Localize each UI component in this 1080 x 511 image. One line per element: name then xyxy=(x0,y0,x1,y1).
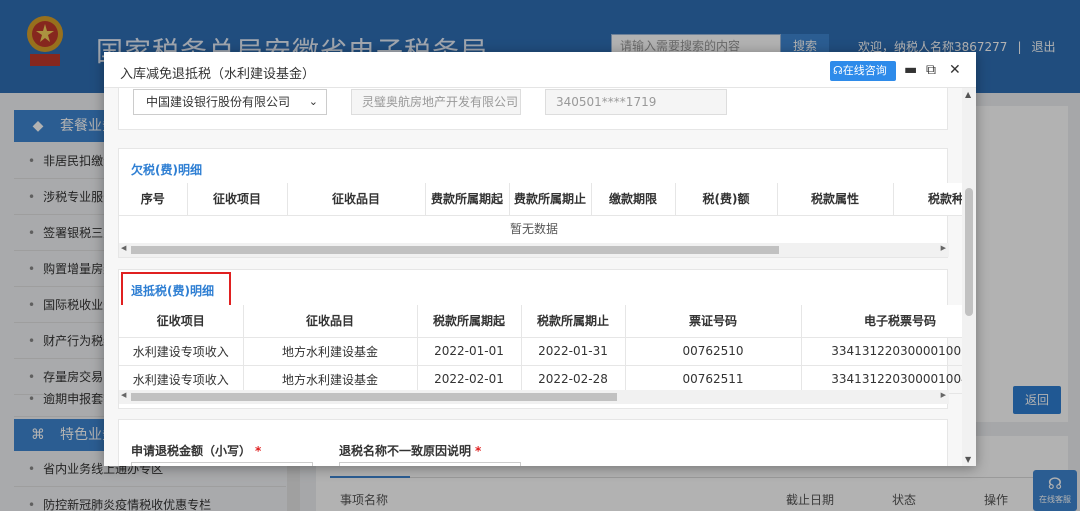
column-header: 税款所属期起 xyxy=(417,305,522,338)
table-cell: 水利建设专项收入 xyxy=(119,337,244,366)
column-header: 缴款期限 xyxy=(591,183,676,216)
column-header: 征收项目 xyxy=(119,305,244,338)
refund-hscrollbar[interactable]: ◀ ▶ xyxy=(119,390,949,404)
scroll-right-icon[interactable]: ▶ xyxy=(941,391,946,399)
table-cell: 2022-02-28 xyxy=(521,365,626,394)
table-cell: 00762510 xyxy=(625,337,802,366)
refund-header-row: 征收项目 征收品目 税款所属期起 税款所属期止 票证号码 电子税票号码 xyxy=(119,305,962,338)
arrears-table: 序号 征收项目 征收品目 费款所属期起 费款所属期止 缴款期限 税(费)额 税款… xyxy=(119,183,962,216)
refund-modal: 入库减免退抵税（水利建设基金） ☊在线咨询 ▬ ⧉ ✕ 中国建设银行股份有限公司… xyxy=(104,52,976,466)
column-header: 税(费)额 xyxy=(675,183,778,216)
table-cell: 2022-02-01 xyxy=(417,365,522,394)
table-cell: 地方水利建设基金 xyxy=(243,337,418,366)
arrears-title: 欠税(费)明细 xyxy=(131,163,202,177)
taxpayer-id-field: 340501****1719 xyxy=(545,89,727,115)
column-header: 电子税票号码 xyxy=(801,305,962,338)
table-cell: 2022-01-01 xyxy=(417,337,522,366)
modal-body: 中国建设银行股份有限公司 ⌄ 灵璧奥航房地产开发有限公司 340501****1… xyxy=(104,88,962,466)
column-header: 征收品目 xyxy=(243,305,418,338)
online-consult-button[interactable]: ☊在线咨询 xyxy=(830,61,896,81)
refund-detail-card: 退抵税(费)明细 征收项目 征收品目 税款所属期起 税款所属期止 票证号码 电子… xyxy=(118,269,962,409)
table-row[interactable]: 水利建设专项收入 地方水利建设基金 2022-02-01 2022-02-28 … xyxy=(119,365,962,394)
scrollbar-thumb[interactable] xyxy=(131,393,617,401)
bank-select-value: 中国建设银行股份有限公司 xyxy=(146,95,291,109)
column-header: 序号 xyxy=(119,183,188,216)
scroll-right-icon[interactable]: ▶ xyxy=(941,244,946,252)
refund-table: 征收项目 征收品目 税款所属期起 税款所属期止 票证号码 电子税票号码 水利建设… xyxy=(119,305,962,394)
scroll-left-icon[interactable]: ◀ xyxy=(121,244,126,252)
scrollbar-thumb[interactable] xyxy=(965,188,973,316)
arrears-card: 欠税(费)明细 序号 征收项目 征收品目 费款所属期起 费款所属期止 缴款期限 … xyxy=(118,148,962,258)
bank-select[interactable]: 中国建设银行股份有限公司 ⌄ xyxy=(133,89,327,115)
table-cell: 地方水利建设基金 xyxy=(243,365,418,394)
modal-vscrollbar[interactable]: ▲ ▼ xyxy=(962,88,976,466)
reason-input[interactable] xyxy=(339,462,521,466)
required-mark: * xyxy=(255,444,262,458)
table-cell: 334131220300001003 xyxy=(801,337,962,366)
refund-apply-card: 申请退税金额（小写） * 退税名称不一致原因说明 * xyxy=(118,419,948,466)
table-cell: 2022-01-31 xyxy=(521,337,626,366)
column-header: 费款所属期止 xyxy=(509,183,592,216)
arrears-header-row: 序号 征收项目 征收品目 费款所属期起 费款所属期止 缴款期限 税(费)额 税款… xyxy=(119,183,962,216)
reason-label-text: 退税名称不一致原因说明 xyxy=(339,444,472,458)
refund-amount-input[interactable] xyxy=(131,462,313,466)
headset-icon: ☊ xyxy=(833,64,843,77)
taxpayer-info-card: 中国建设银行股份有限公司 ⌄ 灵璧奥航房地产开发有限公司 340501****1… xyxy=(118,88,948,130)
column-header: 票证号码 xyxy=(625,305,802,338)
column-header: 费款所属期起 xyxy=(425,183,510,216)
arrears-hscrollbar[interactable]: ◀ ▶ xyxy=(119,243,949,257)
modal-title: 入库减免退抵税（水利建设基金） xyxy=(120,67,316,82)
table-cell: 334131220300001004 xyxy=(801,365,962,394)
refund-amount-label-text: 申请退税金额（小写） xyxy=(131,444,252,458)
table-cell: 水利建设专项收入 xyxy=(119,365,244,394)
maximize-icon[interactable]: ⧉ xyxy=(926,60,936,80)
scrollbar-thumb[interactable] xyxy=(131,246,779,254)
column-header: 税款种 xyxy=(893,183,962,216)
column-header: 税款所属期止 xyxy=(521,305,626,338)
close-icon[interactable]: ✕ xyxy=(949,60,961,80)
minimize-icon[interactable]: ▬ xyxy=(904,60,917,80)
column-header: 征收项目 xyxy=(187,183,288,216)
column-header: 征收品目 xyxy=(287,183,426,216)
scroll-down-icon[interactable]: ▼ xyxy=(965,455,971,464)
online-consult-label: 在线咨询 xyxy=(842,64,887,77)
scroll-left-icon[interactable]: ◀ xyxy=(121,391,126,399)
reason-label: 退税名称不一致原因说明 * xyxy=(339,442,481,459)
refund-amount-label: 申请退税金额（小写） * xyxy=(131,442,261,459)
table-row[interactable]: 水利建设专项收入 地方水利建设基金 2022-01-01 2022-01-31 … xyxy=(119,337,962,366)
taxpayer-info-row: 中国建设银行股份有限公司 ⌄ 灵璧奥航房地产开发有限公司 340501****1… xyxy=(119,89,949,115)
table-cell: 00762511 xyxy=(625,365,802,394)
column-header: 税款属性 xyxy=(777,183,894,216)
chevron-down-icon: ⌄ xyxy=(308,95,318,108)
required-mark: * xyxy=(475,444,482,458)
scroll-up-icon[interactable]: ▲ xyxy=(965,90,971,99)
refund-detail-title: 退抵税(费)明细 xyxy=(131,284,214,298)
company-name-field: 灵璧奥航房地产开发有限公司 xyxy=(351,89,521,115)
modal-header: 入库减免退抵税（水利建设基金） ☊在线咨询 ▬ ⧉ ✕ xyxy=(104,52,976,88)
empty-state: 暂无数据 xyxy=(509,222,558,236)
